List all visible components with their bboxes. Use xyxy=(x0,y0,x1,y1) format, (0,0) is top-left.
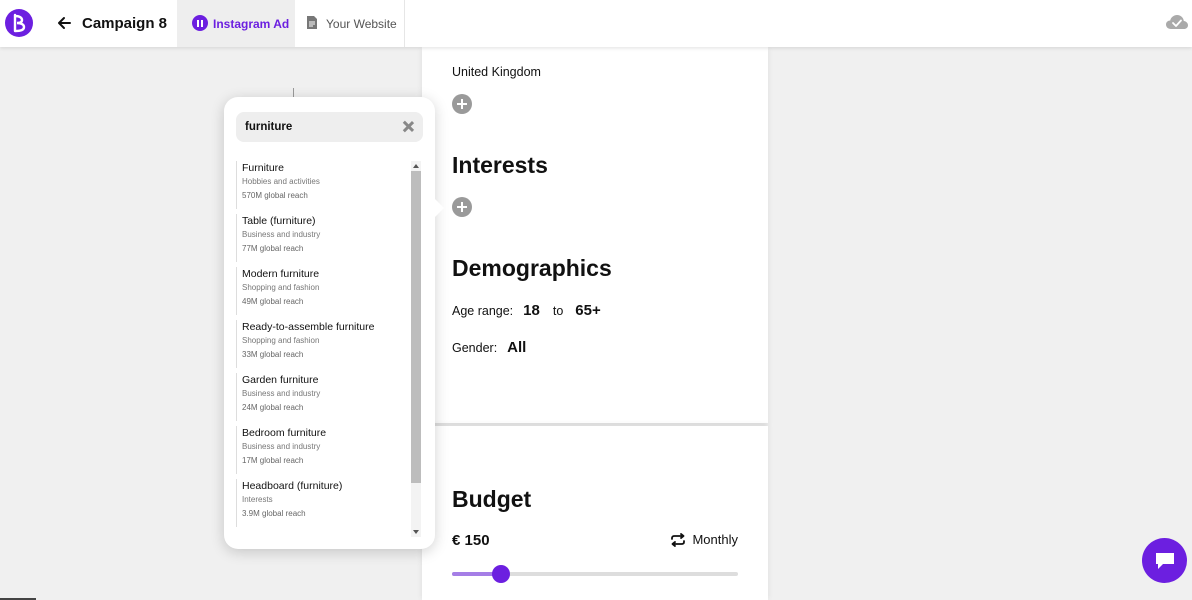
budget-heading: Budget xyxy=(452,486,532,512)
list-item[interactable]: Ready-to-assemble furniture Shopping and… xyxy=(236,320,406,368)
age-to-word: to xyxy=(552,303,564,318)
popover-arrow xyxy=(433,197,444,219)
result-reach: 24M global reach xyxy=(242,403,304,412)
add-interest-plus-icon[interactable] xyxy=(452,197,472,217)
results-scrollbar[interactable] xyxy=(411,161,421,537)
result-reach: 17M global reach xyxy=(242,456,304,465)
list-item[interactable]: Garden furniture Business and industry 2… xyxy=(236,373,406,421)
logo-icon[interactable] xyxy=(5,9,33,37)
cloud-check-icon xyxy=(1166,15,1188,29)
result-reach: 77M global reach xyxy=(242,244,304,253)
campaign-title: Campaign 8 xyxy=(82,15,168,32)
result-category: Shopping and fashion xyxy=(242,283,320,292)
list-item[interactable]: Headboard (furniture) Interests 3.9M glo… xyxy=(236,479,406,527)
pause-icon xyxy=(192,15,208,31)
scroll-up-icon[interactable] xyxy=(411,161,421,171)
frequency-label: Monthly xyxy=(692,532,738,547)
result-category: Business and industry xyxy=(242,230,321,239)
close-icon[interactable] xyxy=(402,120,415,133)
age-from-value[interactable]: 18 xyxy=(523,302,540,319)
result-reach: 570M global reach xyxy=(242,191,308,200)
result-name: Bedroom furniture xyxy=(242,427,327,439)
result-category: Business and industry xyxy=(242,442,321,451)
result-reach: 33M global reach xyxy=(242,350,304,359)
chat-button[interactable] xyxy=(1142,538,1187,583)
demographics-heading: Demographics xyxy=(452,255,612,281)
frequency-toggle[interactable]: Monthly xyxy=(670,532,738,547)
scroll-down-icon[interactable] xyxy=(411,527,421,537)
top-bar: Campaign 8 Instagram Ad Your Website xyxy=(0,0,1192,47)
result-reach: 3.9M global reach xyxy=(242,509,306,518)
result-name: Headboard (furniture) xyxy=(242,480,343,492)
gender-row: Gender: All xyxy=(452,339,526,356)
tab-label: Your Website xyxy=(326,17,397,31)
budget-slider[interactable] xyxy=(452,565,738,583)
age-range-label: Age range: xyxy=(452,303,514,318)
repeat-icon xyxy=(671,532,686,547)
chat-icon xyxy=(1155,552,1174,569)
result-name: Table (furniture) xyxy=(242,215,316,227)
result-name: Furniture xyxy=(242,162,285,174)
interests-heading: Interests xyxy=(452,152,548,178)
targeting-card: United Kingdom Interests Demographics Ag… xyxy=(422,47,768,423)
result-category: Interests xyxy=(242,495,273,504)
gender-value[interactable]: All xyxy=(507,339,526,356)
list-item[interactable]: Table (furniture) Business and industry … xyxy=(236,214,406,262)
result-category: Business and industry xyxy=(242,389,321,398)
budget-amount: € 150 xyxy=(452,532,490,549)
list-item[interactable]: Bedroom furniture Business and industry … xyxy=(236,426,406,474)
interest-search-popover: Furniture Hobbies and activities 570M gl… xyxy=(224,97,435,549)
budget-card: Budget € 150 Monthly xyxy=(422,426,768,600)
result-name: Garden furniture xyxy=(242,374,319,386)
gender-label: Gender: xyxy=(452,340,498,355)
tab-instagram-ad[interactable]: Instagram Ad xyxy=(177,0,295,47)
list-item[interactable]: Modern furniture Shopping and fashion 49… xyxy=(236,267,406,315)
slider-knob[interactable] xyxy=(491,565,510,583)
tab-label: Instagram Ad xyxy=(213,17,290,31)
result-category: Shopping and fashion xyxy=(242,336,320,345)
tab-your-website[interactable]: Your Website xyxy=(295,0,405,47)
age-range-row: Age range: 18 to 65+ xyxy=(452,302,601,319)
scrollbar-thumb[interactable] xyxy=(411,171,421,483)
document-icon xyxy=(307,16,317,29)
result-category: Hobbies and activities xyxy=(242,177,320,186)
interest-results-list: Furniture Hobbies and activities 570M gl… xyxy=(236,161,409,537)
back-arrow-icon[interactable] xyxy=(57,12,75,34)
result-reach: 49M global reach xyxy=(242,297,304,306)
search-box xyxy=(236,112,423,142)
list-item[interactable]: Furniture Hobbies and activities 570M gl… xyxy=(236,161,406,209)
add-location-plus-icon[interactable] xyxy=(452,94,472,114)
interest-search-input[interactable] xyxy=(245,112,395,142)
country-item: United Kingdom xyxy=(452,65,541,79)
result-name: Modern furniture xyxy=(242,268,320,280)
age-to-value[interactable]: 65+ xyxy=(575,302,600,319)
result-name: Ready-to-assemble furniture xyxy=(242,321,375,333)
